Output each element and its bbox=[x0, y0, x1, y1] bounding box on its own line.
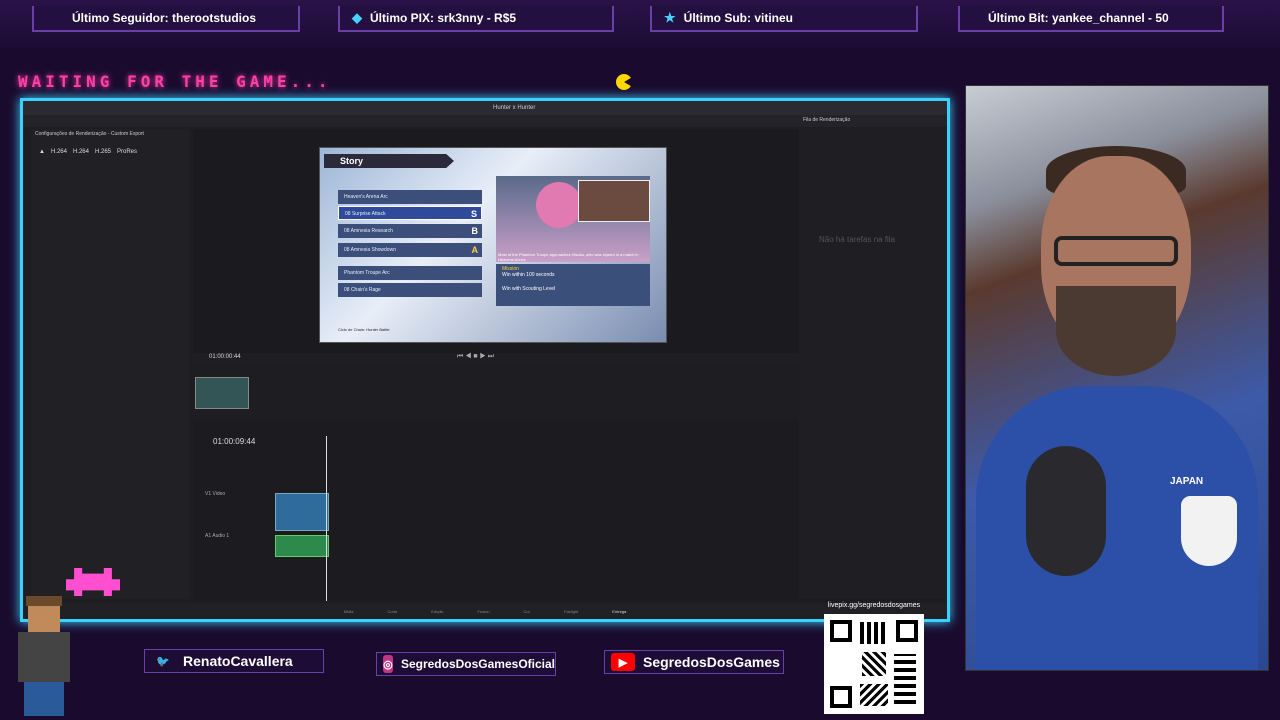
menu-item: 08 Amnesia Research B bbox=[338, 224, 482, 238]
track-audio-label: A1 Audio 1 bbox=[205, 533, 230, 539]
render-queue-panel: Não há tarefas na fila bbox=[799, 129, 945, 599]
webcam-feed: JAPAN bbox=[965, 85, 1269, 671]
alert-follower-text: Último Seguidor: therootstudios bbox=[72, 11, 256, 25]
microphone bbox=[1026, 446, 1106, 576]
game-screen: Story Heaven's Arena Arc 08 Surprise Att… bbox=[319, 147, 667, 343]
alerts-bar: Último Seguidor: therootstudios ◆ Último… bbox=[0, 0, 1280, 48]
render-settings-panel: Configurações de Renderização - Custom E… bbox=[31, 129, 189, 599]
video-clip[interactable] bbox=[275, 493, 329, 531]
star-icon: ★ bbox=[664, 10, 676, 25]
tab-media[interactable]: Mídia bbox=[344, 609, 354, 614]
instagram-icon: ◎ bbox=[383, 655, 393, 673]
social-youtube[interactable]: ▶ SegredosDosGames bbox=[604, 650, 784, 674]
alert-bit-text: Último Bit: yankee_channel - 50 bbox=[988, 11, 1169, 25]
alert-follower: Último Seguidor: therootstudios bbox=[32, 6, 300, 32]
preset-h264-a[interactable]: H.264 bbox=[51, 149, 67, 155]
mission-box: Mission Win within 100 seconds Win with … bbox=[496, 264, 650, 306]
social-twitter-label: RenatoCavallera bbox=[183, 653, 293, 669]
alert-pix-text: Último PIX: srk3nny - R$5 bbox=[370, 11, 517, 25]
editor-menubar[interactable]: Hunter x Hunter bbox=[23, 101, 947, 115]
editor-toolbar: Fila de Renderização bbox=[23, 115, 947, 127]
tab-fairlight[interactable]: Fairlight bbox=[564, 609, 578, 614]
tab-cut[interactable]: Corte bbox=[388, 609, 398, 614]
alert-pix: ◆ Último PIX: srk3nny - R$5 bbox=[338, 6, 614, 32]
menu-item: 08 Chain's Rage bbox=[338, 283, 482, 297]
social-instagram[interactable]: ◎ SegredosDosGamesOficial bbox=[376, 652, 556, 676]
mini-webcam bbox=[578, 180, 650, 222]
render-queue-title: Fila de Renderização bbox=[803, 117, 851, 123]
preset-list: ▲ H.264 H.264 H.265 ProRes bbox=[31, 139, 189, 155]
youtube-icon: ▶ bbox=[611, 653, 635, 671]
preset-icon[interactable]: ▲ bbox=[39, 149, 45, 155]
character-hair bbox=[536, 182, 582, 228]
track-video-label: V1 Video bbox=[205, 491, 226, 497]
preset-prores[interactable]: ProRes bbox=[117, 149, 137, 155]
qr-label: livepix.gg/segredosdosgames bbox=[827, 602, 921, 609]
playhead[interactable] bbox=[326, 436, 327, 601]
alert-bit: Último Bit: yankee_channel - 50 bbox=[958, 6, 1224, 32]
pacman-icon bbox=[616, 74, 632, 90]
preset-h265[interactable]: H.265 bbox=[95, 149, 111, 155]
transport-controls[interactable]: 01:00:00:44 ⏮ ◀ ■ ▶ ⏭ bbox=[193, 353, 799, 365]
menu-item: 08 Amnesia Showdown A bbox=[338, 243, 482, 257]
play-controls-icon[interactable]: ⏮ ◀ ■ ▶ ⏭ bbox=[457, 353, 494, 361]
menu-item-selected: 08 Surprise Attack S bbox=[338, 206, 482, 220]
social-twitter[interactable]: 🐦 RenatoCavallera bbox=[144, 649, 324, 673]
audio-clip[interactable] bbox=[275, 535, 329, 557]
media-bin-clip[interactable] bbox=[195, 377, 249, 409]
tab-edit[interactable]: Edição bbox=[431, 609, 443, 614]
shirt-badge bbox=[1181, 496, 1237, 566]
menu-item: Heaven's Arena Arc bbox=[338, 190, 482, 204]
timeline-timecode: 01:00:09:44 bbox=[213, 437, 256, 446]
waiting-text: WAITING FOR THE GAME... bbox=[18, 72, 332, 91]
character-art: Most of the Phantom Troupe approaches Hi… bbox=[496, 176, 650, 262]
story-header: Story bbox=[324, 154, 454, 168]
pixel-character bbox=[8, 596, 80, 716]
preview-timecode: 01:00:00:44 bbox=[209, 354, 241, 360]
game-description: Most of the Phantom Troupe approaches Hi… bbox=[498, 252, 639, 262]
render-settings-title: Configurações de Renderização - Custom E… bbox=[35, 131, 144, 137]
tab-deliver[interactable]: Entrega bbox=[612, 609, 626, 614]
render-queue-empty: Não há tarefas na fila bbox=[819, 235, 896, 244]
page-tabs: Mídia Corte Edição Fusion Cor Fairlight … bbox=[23, 603, 947, 619]
social-instagram-label: SegredosDosGamesOficial bbox=[400, 657, 555, 671]
alert-sub-text: Último Sub: vitineu bbox=[683, 11, 793, 25]
pix-icon: ◆ bbox=[352, 10, 362, 25]
shirt-text: JAPAN bbox=[1170, 476, 1204, 487]
alert-sub: ★ Último Sub: vitineu bbox=[650, 6, 918, 32]
mission-line: Win within 100 seconds bbox=[502, 272, 555, 278]
game-footer: Ciclo de Chain: Hunter Battle bbox=[338, 327, 390, 332]
social-youtube-label: SegredosDosGames bbox=[643, 654, 780, 670]
preset-h264-b[interactable]: H.264 bbox=[73, 149, 89, 155]
glasses bbox=[1054, 236, 1178, 266]
menu-item: Phantom Troupe Arc bbox=[338, 266, 482, 280]
tab-color[interactable]: Cor bbox=[524, 609, 530, 614]
editor-title: Hunter x Hunter bbox=[493, 105, 536, 111]
qr-code[interactable] bbox=[824, 614, 924, 714]
tab-fusion[interactable]: Fusion bbox=[478, 609, 490, 614]
mission-line-2: Win with Scouting Level bbox=[502, 286, 556, 292]
beard bbox=[1056, 286, 1176, 376]
twitter-icon: 🐦 bbox=[156, 655, 170, 668]
video-editor-window: Hunter x Hunter Fila de Renderização Con… bbox=[20, 98, 950, 622]
